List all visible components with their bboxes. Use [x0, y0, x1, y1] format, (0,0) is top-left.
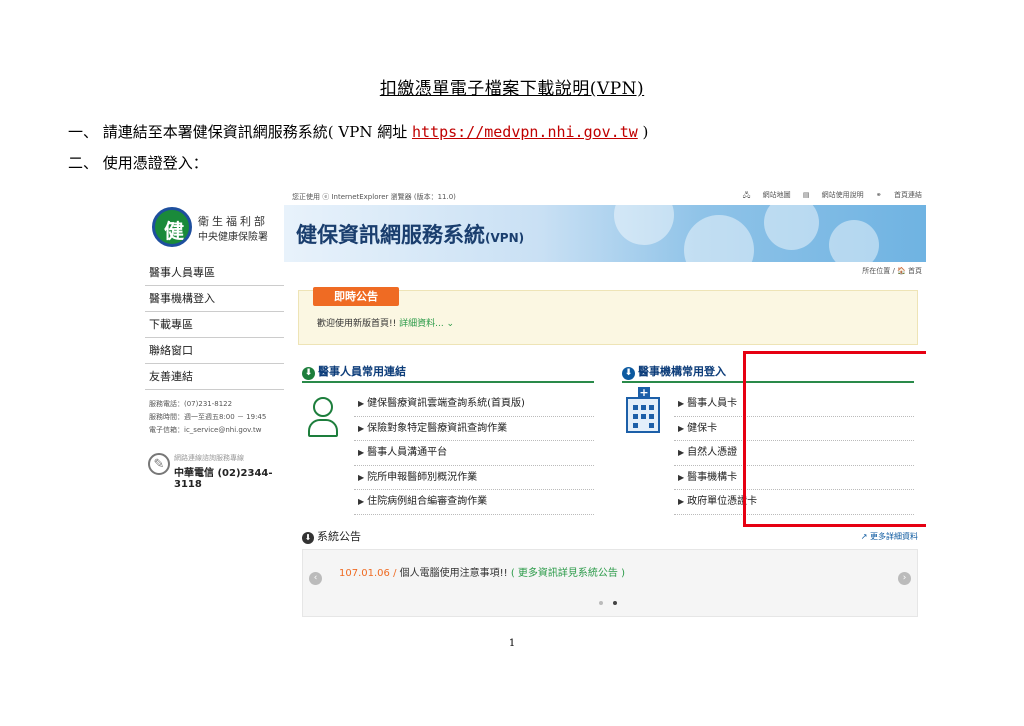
- nhi-emblem-icon: 健: [152, 207, 192, 247]
- announcement-more-link[interactable]: 詳細資料... ⌄: [399, 319, 454, 329]
- home-link[interactable]: ⚭ 首頁連結: [876, 191, 922, 199]
- carousel-dots: [599, 597, 627, 608]
- announcement-tag: 即時公告: [313, 287, 399, 306]
- banner-title: 健保資訊網服務系統(VPN): [296, 223, 525, 247]
- system-notice-box: ‹ 107.01.06 / 個人電腦使用注意事項!! ( 更多資訊詳見系統公告 …: [302, 549, 918, 617]
- step-1-suffix: ): [637, 123, 649, 141]
- contact-email: 電子信箱：ic_service@nhi.gov.tw: [149, 426, 262, 434]
- side-menu-staff-area[interactable]: 醫事人員專區: [145, 260, 284, 286]
- side-menu: 醫事人員專區 醫事機構登入 下載專區 聯絡窗口 友善連結: [145, 260, 284, 390]
- document-title: 扣繳憑單電子檔案下載說明(VPN): [379, 79, 645, 99]
- side-menu-org-login[interactable]: 醫事機構登入: [145, 286, 284, 312]
- main-content: 您正使用 ⓔ InternetExplorer 瀏覽器 (版本：11.0) 🖧 …: [284, 185, 926, 622]
- side-menu-links[interactable]: 友善連結: [145, 364, 284, 390]
- list-item[interactable]: ▶ 醫事人員溝通平台: [354, 441, 594, 466]
- staff-links-list: ▶ 健保醫療資訊雲端查詢系統(首頁版) ▶ 保險對象特定醫療資訊查詢作業 ▶ 醫事人員…: [354, 392, 594, 515]
- help-link[interactable]: ▤ 網站使用說明: [803, 191, 864, 199]
- side-menu-download[interactable]: 下載專區: [145, 312, 284, 338]
- doctor-icon: [306, 397, 340, 439]
- highlight-box: [743, 351, 926, 527]
- list-item[interactable]: ▶ 保險對象特定醫療資訊查詢作業: [354, 417, 594, 441]
- hotline-label: 網路連線諮詢服務專線: [174, 454, 244, 462]
- announcement-text: 歡迎使用新版首頁!! 詳細資料... ⌄: [317, 319, 455, 329]
- contact-phone: 服務電話：(07)231-8122: [149, 400, 233, 408]
- top-links: 🖧 網站地圖 ▤ 網站使用說明 ⚭ 首頁連結: [733, 190, 922, 202]
- system-notice-item[interactable]: 107.01.06 / 個人電腦使用注意事項!! ( 更多資訊詳見系統公告 ): [339, 564, 625, 579]
- step-1-text: 一、 請連結至本署健保資訊網服務系統( VPN 網址 https://medvp…: [68, 121, 648, 142]
- list-item[interactable]: ▶ 健保醫療資訊雲端查詢系統(首頁版): [354, 392, 594, 417]
- chevron-right-icon[interactable]: ›: [898, 572, 911, 585]
- browser-note: 您正使用 ⓔ InternetExplorer 瀏覽器 (版本：11.0): [292, 193, 456, 201]
- step-1-prefix: 一、 請連結至本署健保資訊網服務系統( VPN 網址: [68, 123, 412, 141]
- arrow-down-icon: ⬇: [302, 367, 315, 380]
- logo-line-2: 中央健康保險署: [198, 232, 268, 243]
- top-bar: 您正使用 ⓔ InternetExplorer 瀏覽器 (版本：11.0) 🖧 …: [284, 185, 926, 205]
- announcement-box: 即時公告 歡迎使用新版首頁!! 詳細資料... ⌄: [298, 287, 918, 345]
- system-notice-more-link[interactable]: ↗ 更多詳細資料: [861, 531, 918, 542]
- arrow-down-icon: ⬇: [302, 532, 314, 544]
- list-item[interactable]: ▶ 院所申報醫師別概況作業: [354, 466, 594, 490]
- sitemap-link[interactable]: 🖧 網站地圖: [743, 191, 791, 199]
- system-notice-header: ⬇ 系統公告: [302, 528, 914, 546]
- hotline-number: 中華電信 (02)2344-3118: [174, 468, 273, 490]
- vpn-url-link[interactable]: https://medvpn.nhi.gov.tw: [412, 123, 638, 141]
- side-menu-contact[interactable]: 聯絡窗口: [145, 338, 284, 364]
- arrow-down-icon: ⬇: [622, 367, 635, 380]
- hospital-icon: [626, 387, 660, 433]
- page-number: 1: [508, 638, 516, 649]
- step-2-text: 二、 使用憑證登入：: [68, 154, 208, 172]
- chevron-left-icon[interactable]: ‹: [309, 572, 322, 585]
- list-item[interactable]: ▶ 住院病例組合編審查詢作業: [354, 490, 594, 515]
- contact-hours: 服務時間：週一至週五8:00 － 19:45: [149, 413, 267, 421]
- staff-links-header: ⬇ 醫事人員常用連結: [302, 363, 594, 383]
- sidebar: 健 衛生福利部 中央健康保險署 醫事人員專區 醫事機構登入 下載專區 聯絡窗口 …: [142, 185, 284, 622]
- contact-info: 服務電話：(07)231-8122 服務時間：週一至週五8:00 － 19:45…: [149, 398, 266, 437]
- site-banner: 健保資訊網服務系統(VPN): [284, 205, 926, 262]
- hotline-banner[interactable]: ✎ 網路連線諮詢服務專線 中華電信 (02)2344-3118: [148, 453, 284, 490]
- nhi-logo: 健 衛生福利部 中央健康保險署: [152, 203, 278, 251]
- logo-line-1: 衛生福利部: [198, 215, 268, 228]
- wrench-icon: ✎: [148, 453, 170, 475]
- embedded-screenshot: 健 衛生福利部 中央健康保險署 醫事人員專區 醫事機構登入 下載專區 聯絡窗口 …: [142, 185, 926, 622]
- breadcrumb: 所在位置 / 🏠 首頁: [862, 267, 922, 275]
